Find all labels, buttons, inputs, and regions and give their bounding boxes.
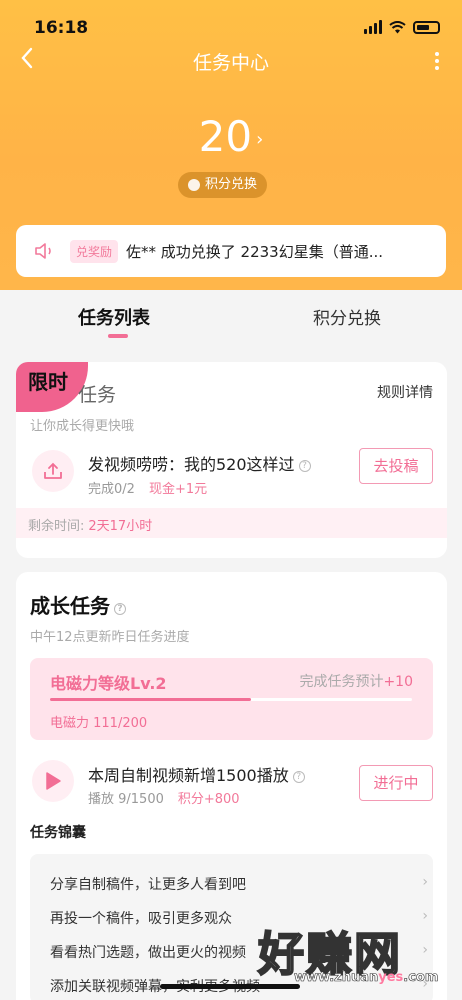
deadline-label: 剩余时间:: [28, 519, 85, 534]
battery-icon: [413, 20, 440, 34]
more-button[interactable]: [432, 50, 442, 72]
tab-points-redeem[interactable]: 积分兑换: [313, 304, 381, 329]
tab-indicator: [108, 334, 128, 338]
points-value: 20: [198, 112, 253, 161]
ticker-message: 佐** 成功兑换了 2233幻星集（普通...: [126, 242, 384, 261]
growth-task-meta: 播放 9/1500 积分+800: [88, 788, 240, 807]
coins-icon: [188, 179, 200, 191]
wifi-icon: [389, 20, 406, 33]
limited-task-progress: 完成0/2: [88, 482, 135, 497]
level-progress-fill: [50, 698, 251, 701]
points-display[interactable]: 20 ›: [0, 112, 462, 161]
redeem-points-label: 积分兑换: [205, 177, 258, 192]
speaker-icon: [35, 243, 51, 259]
submit-video-button[interactable]: 去投稿: [359, 448, 433, 484]
page-title: 任务中心: [192, 52, 269, 74]
nav-bar: 任务中心: [0, 44, 462, 80]
tip-item[interactable]: 分享自制稿件，让更多人看到吧 ›: [50, 874, 428, 894]
reward-ticker[interactable]: 兑奖励 佐** 成功兑换了 2233幻星集（普通...: [16, 225, 446, 277]
info-icon[interactable]: ?: [292, 771, 305, 783]
chevron-right-icon: ›: [256, 129, 264, 150]
task-tips-title: 任务锦囊: [30, 825, 86, 841]
growth-task-reward: 积分+800: [177, 792, 240, 807]
watermark-url: www.zhuanyes.com: [294, 970, 439, 986]
level-value: 电磁力 111/200: [50, 716, 148, 731]
limited-card-subtitle: 让你成长得更快哦: [30, 419, 135, 434]
home-indicator: [160, 984, 300, 989]
info-icon[interactable]: ?: [114, 603, 126, 615]
growth-card-title: 成长任务?: [30, 590, 126, 619]
growth-task-progress: 播放 9/1500: [88, 792, 164, 807]
level-progress-box[interactable]: 电磁力等级Lv.2 完成任务预计+10 电磁力 111/200: [30, 658, 433, 740]
reward-tag: 兑奖励: [70, 239, 119, 263]
limited-task-title: 发视频唠唠：我的520这样过?: [88, 451, 311, 475]
deadline-value: 2天17小时: [88, 519, 153, 534]
level-progress-track: [50, 698, 412, 701]
play-icon: [32, 760, 74, 802]
limited-task-reward: 现金+1元: [148, 482, 208, 497]
deadline-bar: 剩余时间: 2天17小时: [16, 508, 447, 538]
limited-task-card: 限时 任务 规则详情 让你成长得更快哦 发视频唠唠：我的520这样过? 完成0/…: [16, 362, 447, 558]
level-estimate: 完成任务预计+10: [299, 674, 413, 690]
chevron-right-icon: ›: [422, 874, 428, 890]
limited-card-title: 任务: [78, 384, 117, 406]
tab-task-list[interactable]: 任务列表: [78, 304, 150, 330]
in-progress-button[interactable]: 进行中: [359, 765, 433, 801]
signal-icon: [364, 20, 382, 34]
growth-task-title: 本周自制视频新增1500播放?: [88, 762, 305, 786]
status-time: 16:18: [34, 18, 89, 38]
upload-icon: [32, 450, 74, 492]
limited-task-meta: 完成0/2 现金+1元: [88, 478, 207, 497]
status-bar: 16:18: [0, 14, 462, 44]
redeem-points-button[interactable]: 积分兑换: [178, 172, 268, 198]
tab-bar: 任务列表 积分兑换: [0, 290, 462, 350]
hero-header: 16:18 任务中心 20 › 积分兑换 兑奖励 佐** 成功兑换了 2233幻星…: [0, 0, 462, 290]
system-icons: [364, 20, 440, 34]
level-title: 电磁力等级Lv.2: [50, 674, 167, 693]
site-watermark: 好赚网 www.zhuanyes.com: [257, 918, 448, 988]
rules-link[interactable]: 规则详情: [377, 382, 433, 402]
growth-card-subtitle: 中午12点更新昨日任务进度: [30, 630, 190, 645]
info-icon[interactable]: ?: [298, 460, 311, 472]
